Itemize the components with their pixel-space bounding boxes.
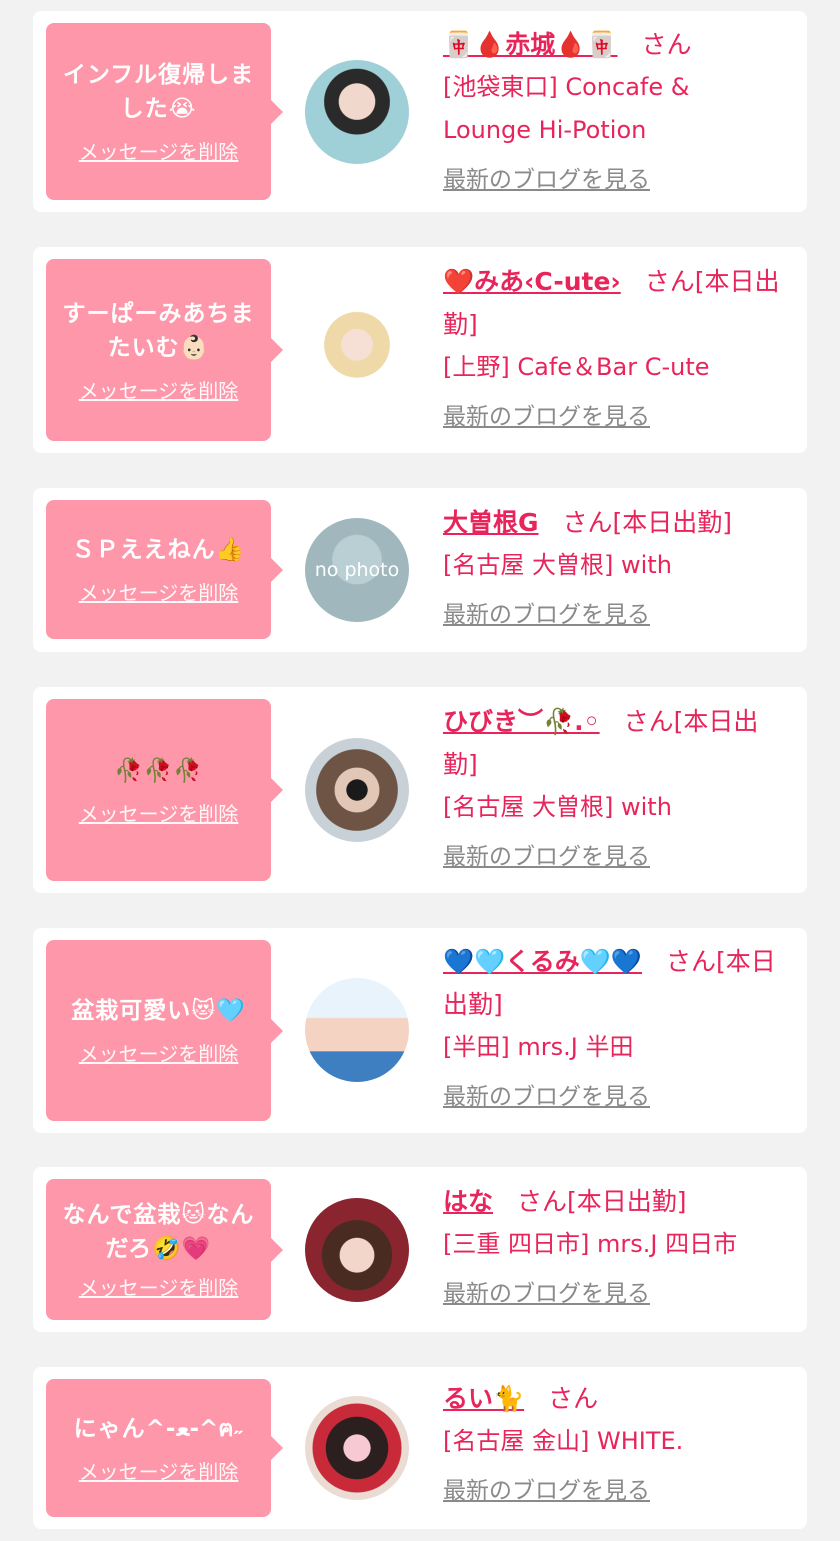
cast-info: るい🐈 さん [名古屋 金山] WHITE. 最新のブログを見る: [443, 1377, 783, 1505]
shop-name: [名古屋 大曽根] with: [443, 793, 672, 821]
shop-name: [名古屋 金山] WHITE.: [443, 1427, 684, 1455]
cast-suffix: さん[本日出勤]: [517, 1187, 687, 1216]
latest-blog-link[interactable]: 最新のブログを見る: [443, 1077, 650, 1111]
shop-name: [上野] Cafe＆Bar C-ute: [443, 353, 710, 381]
cast-name-link[interactable]: 🀄🩸赤城🩸🀄: [443, 30, 618, 59]
cast-suffix: さん[本日出勤]: [562, 508, 733, 537]
favorite-card: なんで盆栽🐱なんだろ🤣💗 メッセージを削除 はな さん[本日出勤] [三重 四日市…: [33, 1167, 807, 1332]
message-text: 盆栽可愛い😻🩵: [71, 998, 246, 1024]
message-bubble: 🥀🥀🥀 メッセージを削除: [46, 699, 283, 881]
favorite-card: ＳＰええねん👍 メッセージを削除 no photo 大曽根G さん[本日出勤] […: [33, 488, 807, 652]
avatar[interactable]: [305, 298, 409, 402]
cast-name-link[interactable]: はな: [443, 1187, 493, 1216]
message-bubble: ＳＰええねん👍 メッセージを削除: [46, 500, 283, 639]
cast-suffix: さん: [641, 30, 692, 59]
message-bubble: すーぱーみあちまたいむ👶🏻 メッセージを削除: [46, 259, 283, 441]
cast-info: ひびき︶🥀.◦ さん[本日出勤] [名古屋 大曽根] with 最新のブログを見る: [443, 700, 783, 871]
delete-message-link[interactable]: メッセージを削除: [79, 1456, 239, 1485]
cast-info: 大曽根G さん[本日出勤] [名古屋 大曽根] with 最新のブログを見る: [443, 501, 783, 629]
delete-message-link[interactable]: メッセージを削除: [79, 577, 239, 606]
shop-name: [半田] mrs.J 半田: [443, 1033, 634, 1061]
message-text: 🥀🥀🥀: [114, 757, 203, 784]
delete-message-link[interactable]: メッセージを削除: [79, 798, 239, 827]
message-text: インフル復帰しました😭: [62, 62, 255, 122]
latest-blog-link[interactable]: 最新のブログを見る: [443, 1274, 650, 1308]
delete-message-link[interactable]: メッセージを削除: [79, 375, 239, 404]
message-text: ＳＰええねん👍: [71, 537, 246, 563]
favorite-card: 盆栽可愛い😻🩵 メッセージを削除 💙🩵くるみ🩵💙 さん[本日出勤] [半田] mr…: [33, 928, 807, 1133]
shop-name: [池袋東口] Concafe & Lounge Hi-Potion: [443, 73, 690, 144]
cast-info: 💙🩵くるみ🩵💙 さん[本日出勤] [半田] mrs.J 半田 最新のブログを見る: [443, 940, 783, 1111]
avatar[interactable]: [305, 60, 409, 164]
cast-name-link[interactable]: 大曽根G: [443, 508, 539, 537]
shop-name: [名古屋 大曽根] with: [443, 551, 672, 579]
latest-blog-link[interactable]: 最新のブログを見る: [443, 1471, 650, 1505]
favorite-card: にゃん^-ﻌ-^ฅ˶ メッセージを削除 るい🐈 さん [名古屋 金山] WHITE…: [33, 1367, 807, 1529]
message-text: なんで盆栽🐱なんだろ🤣💗: [62, 1202, 255, 1262]
cast-name-link[interactable]: ❤️みあ‹C-ute›: [443, 267, 621, 296]
message-bubble: なんで盆栽🐱なんだろ🤣💗 メッセージを削除: [46, 1179, 283, 1320]
delete-message-link[interactable]: メッセージを削除: [79, 136, 239, 165]
favorite-card: インフル復帰しました😭 メッセージを削除 🀄🩸赤城🩸🀄 さん [池袋東口] Con…: [33, 11, 807, 212]
latest-blog-link[interactable]: 最新のブログを見る: [443, 397, 650, 431]
avatar[interactable]: no photo: [305, 518, 409, 622]
shop-name: [三重 四日市] mrs.J 四日市: [443, 1230, 738, 1258]
delete-message-link[interactable]: メッセージを削除: [79, 1272, 239, 1301]
cast-info: ❤️みあ‹C-ute› さん[本日出勤] [上野] Cafe＆Bar C-ute …: [443, 260, 783, 431]
message-bubble: にゃん^-ﻌ-^ฅ˶ メッセージを削除: [46, 1379, 283, 1517]
latest-blog-link[interactable]: 最新のブログを見る: [443, 595, 650, 629]
message-bubble: 盆栽可愛い😻🩵 メッセージを削除: [46, 940, 283, 1121]
cast-info: はな さん[本日出勤] [三重 四日市] mrs.J 四日市 最新のブログを見る: [443, 1180, 783, 1308]
cast-suffix: さん: [548, 1384, 599, 1413]
cast-info: 🀄🩸赤城🩸🀄 さん [池袋東口] Concafe & Lounge Hi-Poti…: [443, 23, 783, 194]
cast-name-link[interactable]: るい🐈: [443, 1384, 524, 1413]
avatar[interactable]: [305, 1396, 409, 1500]
message-bubble: インフル復帰しました😭 メッセージを削除: [46, 23, 283, 200]
message-text: すーぱーみあちまたいむ👶🏻: [62, 300, 255, 361]
latest-blog-link[interactable]: 最新のブログを見る: [443, 160, 650, 194]
delete-message-link[interactable]: メッセージを削除: [79, 1038, 239, 1067]
no-photo-label: no photo: [314, 559, 400, 581]
avatar[interactable]: [305, 1198, 409, 1302]
favorite-card: 🥀🥀🥀 メッセージを削除 ひびき︶🥀.◦ さん[本日出勤] [名古屋 大曽根] w…: [33, 687, 807, 893]
cast-name-link[interactable]: 💙🩵くるみ🩵💙: [443, 947, 642, 976]
avatar[interactable]: [305, 978, 409, 1082]
avatar[interactable]: [305, 738, 409, 842]
cast-name-link[interactable]: ひびき︶🥀.◦: [443, 707, 600, 736]
latest-blog-link[interactable]: 最新のブログを見る: [443, 837, 650, 871]
favorite-card: すーぱーみあちまたいむ👶🏻 メッセージを削除 ❤️みあ‹C-ute› さん[本日出…: [33, 247, 807, 453]
message-text: にゃん^-ﻌ-^ฅ˶: [73, 1415, 244, 1442]
